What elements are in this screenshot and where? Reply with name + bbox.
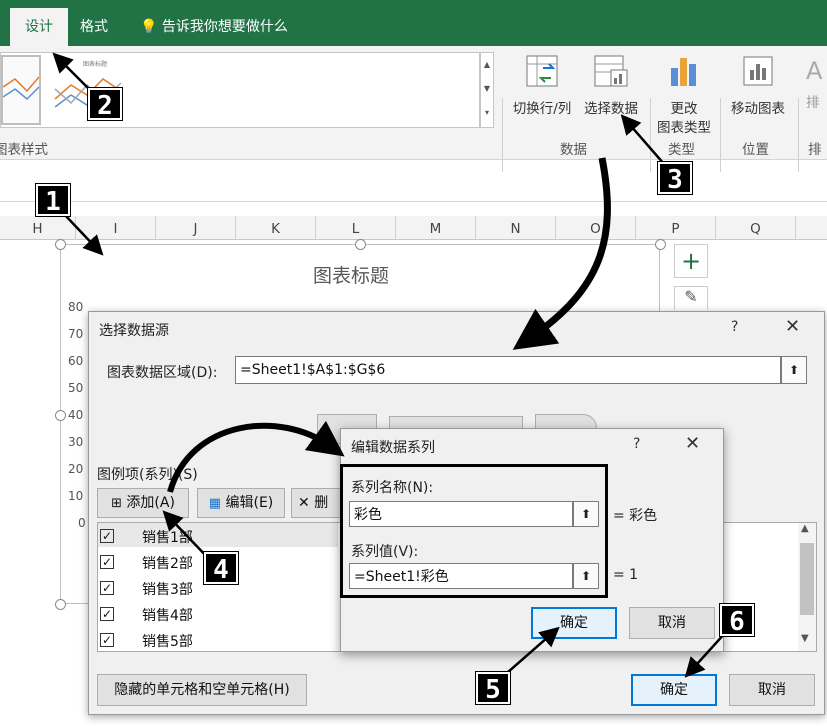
curved-arrow-4 [167, 420, 345, 493]
arrow-3 [620, 114, 665, 165]
step-badge-5: 5 [475, 671, 511, 705]
annotation-arrows [52, 52, 727, 678]
step-badge-4: 4 [203, 551, 239, 585]
step-badge-6: 6 [719, 603, 755, 637]
arrow-5 [507, 626, 560, 673]
step-badge-2: 2 [87, 87, 123, 121]
step-badge-3: 3 [657, 161, 693, 195]
curved-arrow-3 [512, 157, 611, 350]
step-badge-1: 1 [35, 183, 71, 217]
arrow-1 [63, 213, 104, 256]
arrow-2 [52, 52, 93, 93]
arrow-6 [684, 631, 727, 678]
